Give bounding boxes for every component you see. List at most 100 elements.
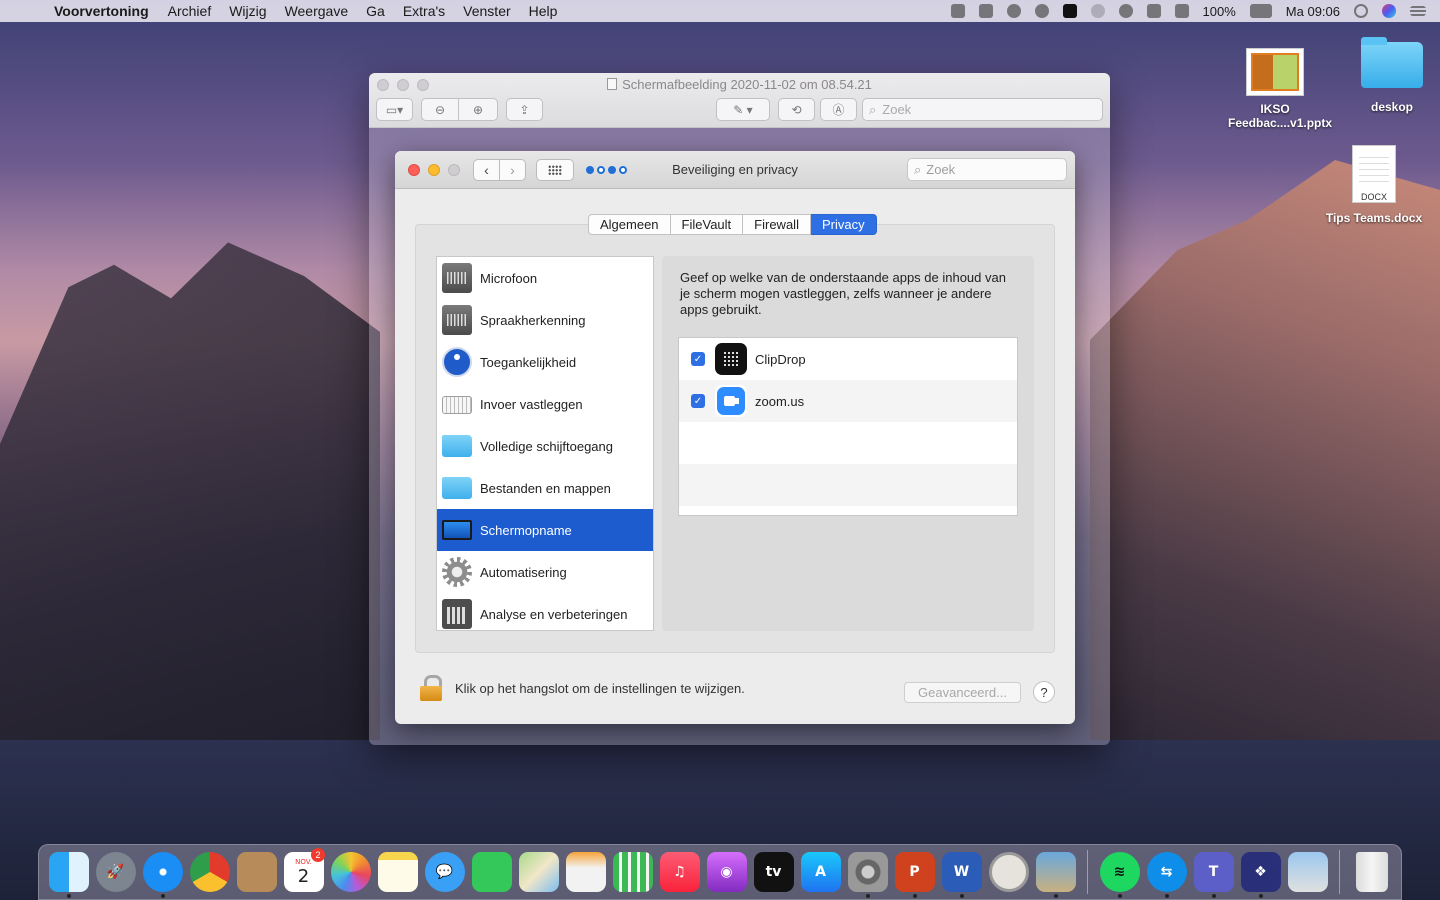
empty-row: [679, 464, 1017, 506]
preview-search-field[interactable]: ⌕ Zoek: [862, 98, 1103, 121]
battery-icon[interactable]: [1249, 4, 1272, 18]
wifi-icon[interactable]: [1118, 4, 1133, 18]
dock-finder[interactable]: [45, 846, 92, 898]
help-button[interactable]: ?: [1033, 681, 1055, 703]
dock-trash[interactable]: [1348, 846, 1395, 898]
folder-icon: [442, 435, 472, 457]
desktop-file-docx[interactable]: DOCX Tips Teams.docx: [1318, 145, 1430, 225]
desktop-file-pptx[interactable]: IKSO Feedbac....v1.pptx: [1220, 48, 1333, 130]
dock-utility[interactable]: [985, 846, 1032, 898]
category-invoer-vastleggen[interactable]: Invoer vastleggen: [437, 383, 653, 425]
category-automatisering[interactable]: Automatisering: [437, 551, 653, 593]
spotlight-icon[interactable]: [1354, 4, 1368, 18]
category-label: Invoer vastleggen: [480, 396, 583, 412]
menu-help[interactable]: Help: [529, 3, 558, 19]
app-row-clipdrop[interactable]: ✓ ClipDrop: [679, 338, 1017, 380]
dock-preview[interactable]: [1032, 846, 1079, 898]
security-tabs: Algemeen FileVault Firewall Privacy: [588, 214, 877, 235]
screen-recording-icon: [442, 520, 472, 540]
menu-bar: Voorvertoning Archief Wijzig Weergave Ga…: [0, 0, 1440, 22]
app-permission-list[interactable]: ✓ ClipDrop ✓ zoom.us: [678, 337, 1018, 516]
dock-image-capture[interactable]: [1284, 846, 1331, 898]
desktop-folder-deskop[interactable]: deskop: [1350, 37, 1434, 114]
advanced-button[interactable]: Geavanceerd...: [904, 682, 1021, 703]
dock-powerpoint[interactable]: P: [891, 846, 938, 898]
airplay-icon[interactable]: [1146, 4, 1161, 18]
menu-venster[interactable]: Venster: [463, 3, 510, 19]
dock-contacts[interactable]: [233, 846, 280, 898]
desktop-file-label: IKSO Feedbac....v1.pptx: [1228, 102, 1333, 130]
dock-teams[interactable]: T: [1190, 846, 1237, 898]
category-schermopname[interactable]: Schermopname: [437, 509, 653, 551]
battery-percent[interactable]: 100%: [1203, 4, 1236, 19]
zoom-in-button[interactable]: ⊕: [458, 98, 498, 121]
notification-center-icon[interactable]: [1410, 6, 1426, 16]
dock-teamviewer[interactable]: ⇆: [1143, 846, 1190, 898]
folder-icon: [1361, 37, 1423, 88]
category-analyse[interactable]: Analyse en verbeteringen: [437, 593, 653, 635]
tab-privacy[interactable]: Privacy: [810, 214, 877, 235]
search-icon: ⌕: [914, 161, 922, 177]
dock-calendar[interactable]: NOV. 2 2: [280, 846, 327, 898]
app-row-zoom[interactable]: ✓ zoom.us: [679, 380, 1017, 422]
spotify-icon: ≋: [1099, 852, 1140, 892]
dock-music[interactable]: ♫: [656, 846, 703, 898]
tab-firewall[interactable]: Firewall: [743, 214, 811, 235]
menu-archief[interactable]: Archief: [168, 3, 212, 19]
markup-toolbar-button[interactable]: Ⓐ: [820, 98, 857, 121]
rotate-button[interactable]: ⟲: [778, 98, 815, 121]
dock-maps[interactable]: [515, 846, 562, 898]
calendar-day: 2: [297, 865, 310, 887]
menu-ga[interactable]: Ga: [366, 3, 385, 19]
dock-keynote-notes[interactable]: [562, 846, 609, 898]
dropbox-status-icon[interactable]: [950, 4, 965, 18]
category-bestanden-en-mappen[interactable]: Bestanden en mappen: [437, 467, 653, 509]
tab-filevault[interactable]: FileVault: [670, 214, 744, 235]
app-status-icon[interactable]: [1062, 4, 1077, 18]
category-microfoon[interactable]: Microfoon: [437, 257, 653, 299]
sidebar-toggle-button[interactable]: ▭▾: [376, 98, 413, 121]
prefs-search-field[interactable]: ⌕ Zoek: [907, 158, 1067, 181]
menu-app-name[interactable]: Voorvertoning: [54, 3, 149, 19]
dock-launchpad[interactable]: 🚀: [92, 846, 139, 898]
dock-numbers[interactable]: [609, 846, 656, 898]
notes-status-icon[interactable]: [978, 4, 993, 18]
bluetooth-icon[interactable]: [1090, 4, 1105, 18]
category-volledige-schijftoegang[interactable]: Volledige schijftoegang: [437, 425, 653, 467]
volume-icon[interactable]: [1174, 4, 1189, 18]
dock-notes[interactable]: [374, 846, 421, 898]
category-toegankelijkheid[interactable]: Toegankelijkheid: [437, 341, 653, 383]
dock-spotify[interactable]: ≋: [1096, 846, 1143, 898]
zoom-out-button[interactable]: ⊖: [421, 98, 459, 121]
dock-chrome[interactable]: [186, 846, 233, 898]
zoom-checkbox[interactable]: ✓: [691, 394, 705, 408]
numbers-icon: [612, 852, 653, 892]
clipdrop-icon: [715, 343, 747, 375]
activity-status-icon[interactable]: [1006, 4, 1021, 18]
dock-photos[interactable]: [327, 846, 374, 898]
dock-system-preferences[interactable]: [844, 846, 891, 898]
dock-dropbox[interactable]: ❖: [1237, 846, 1284, 898]
alert-status-icon[interactable]: [1034, 4, 1049, 18]
category-spraakherkenning[interactable]: Spraakherkenning: [437, 299, 653, 341]
menu-clock[interactable]: Ma 09:06: [1286, 4, 1340, 19]
menu-extras[interactable]: Extra's: [403, 3, 445, 19]
dock-podcasts[interactable]: ◉: [703, 846, 750, 898]
menu-weergave[interactable]: Weergave: [285, 3, 349, 19]
dock-safari[interactable]: [139, 846, 186, 898]
dock-tv[interactable]: tv: [750, 846, 797, 898]
empty-row: [679, 422, 1017, 464]
share-button[interactable]: ⇪: [506, 98, 543, 121]
dock-app-store[interactable]: A: [797, 846, 844, 898]
markup-pen-button[interactable]: ✎ ▾: [716, 98, 770, 121]
menu-wijzig[interactable]: Wijzig: [229, 3, 266, 19]
tab-algemeen[interactable]: Algemeen: [588, 214, 671, 235]
word-icon: W: [941, 852, 982, 892]
dock-messages[interactable]: 💬: [421, 846, 468, 898]
privacy-category-list[interactable]: Microfoon Spraakherkenning Toegankelijkh…: [436, 256, 654, 631]
clipdrop-checkbox[interactable]: ✓: [691, 352, 705, 366]
dock-word[interactable]: W: [938, 846, 985, 898]
dock-facetime[interactable]: [468, 846, 515, 898]
lock-icon[interactable]: [420, 675, 442, 701]
siri-icon[interactable]: [1382, 4, 1396, 18]
